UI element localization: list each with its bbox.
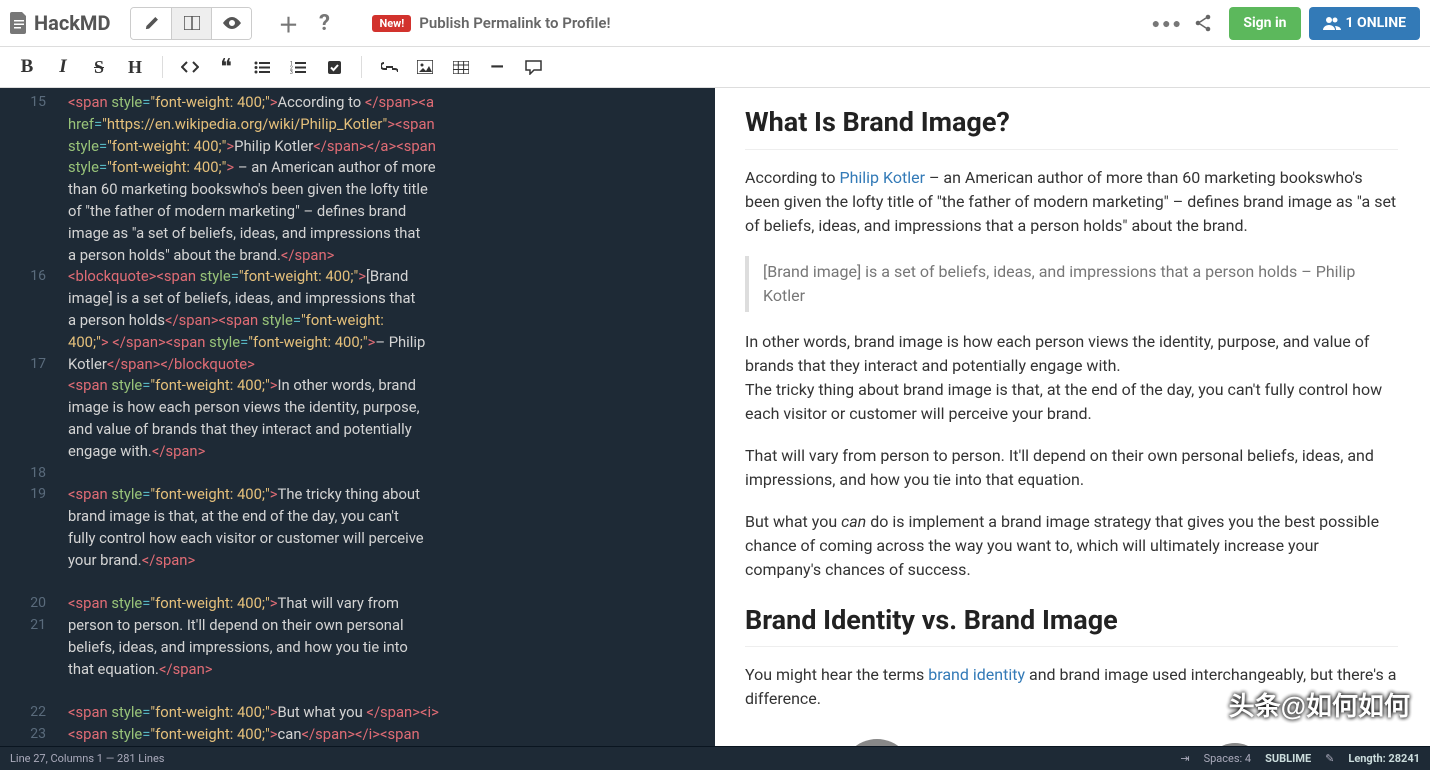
mode-view[interactable]	[211, 8, 251, 39]
format-toolbar: B I S H ❝ 123 —	[0, 47, 1430, 88]
preview-h1: What Is Brand Image?	[745, 102, 1398, 143]
pencil-icon	[144, 16, 159, 31]
online-button[interactable]: 1 ONLINE	[1309, 7, 1420, 40]
checklist-button[interactable]	[317, 53, 351, 81]
separator	[361, 56, 362, 78]
italic-button[interactable]: I	[46, 53, 80, 81]
hr-button[interactable]: —	[480, 53, 514, 81]
line-gutter: 15 16 17 1819 2021 2223	[0, 88, 56, 746]
code-icon	[181, 61, 199, 73]
ol-button[interactable]: 123	[281, 53, 315, 81]
diagram-circle	[1205, 743, 1265, 746]
link-icon	[381, 62, 398, 72]
table-button[interactable]	[444, 53, 478, 81]
separator	[162, 56, 163, 78]
eye-icon	[223, 17, 241, 29]
main-split: 15 16 17 1819 2021 2223 <span style="fon…	[0, 88, 1430, 746]
document-icon	[10, 12, 28, 34]
diagram: LOGO TAG LINE	[745, 729, 1398, 746]
status-keymap[interactable]: SUBLIME	[1265, 752, 1311, 765]
add-button[interactable]: ＋	[270, 8, 306, 39]
new-badge: New!	[372, 15, 411, 32]
preview-p2: In other words, brand image is how each …	[745, 330, 1398, 426]
statusbar: Line 27, Columns 1 — 281 Lines ⇥ Spaces:…	[0, 746, 1430, 770]
status-wrench-icon[interactable]: ✎	[1325, 752, 1334, 765]
editor-pane[interactable]: 15 16 17 1819 2021 2223 <span style="fon…	[0, 88, 715, 746]
preview-p1: According to Philip Kotler – an American…	[745, 166, 1398, 238]
ul-button[interactable]	[245, 53, 279, 81]
comment-button[interactable]	[516, 53, 550, 81]
preview-p3: That will vary from person to person. It…	[745, 444, 1398, 492]
preview-pane: What Is Brand Image? According to Philip…	[715, 88, 1430, 746]
status-indent-marker[interactable]: ⇥	[1180, 752, 1189, 765]
signin-button[interactable]: Sign in	[1229, 7, 1300, 40]
view-mode-group	[130, 7, 252, 40]
bold-button[interactable]: B	[10, 53, 44, 81]
promo-link[interactable]: Publish Permalink to Profile!	[419, 14, 610, 32]
share-icon[interactable]	[1185, 8, 1221, 39]
status-cursor: Line 27, Columns 1 — 281 Lines	[10, 752, 164, 765]
watermark: 头条@如何如何	[1229, 687, 1410, 726]
code-area[interactable]: <span style="font-weight: 400;">Accordin…	[0, 88, 715, 746]
list-ol-icon: 123	[290, 61, 306, 74]
hr	[745, 149, 1398, 150]
link-brand-identity[interactable]: brand identity	[928, 665, 1025, 684]
topbar: HackMD ＋ ? New! Publish Permalink to Pro…	[0, 0, 1430, 47]
preview-p4: But what you can do is implement a brand…	[745, 510, 1398, 582]
link-philip-kotler[interactable]: Philip Kotler	[839, 168, 925, 187]
preview-quote: [Brand image] is a set of beliefs, ideas…	[745, 256, 1398, 312]
image-button[interactable]	[408, 53, 442, 81]
link-button[interactable]	[372, 53, 406, 81]
quote-button[interactable]: ❝	[209, 53, 243, 81]
hr	[745, 646, 1398, 647]
table-icon	[453, 61, 469, 74]
heading-button[interactable]: H	[118, 53, 152, 81]
brand-logo[interactable]: HackMD	[10, 11, 110, 35]
code-button[interactable]	[173, 53, 207, 81]
brand-text: HackMD	[34, 11, 110, 35]
online-label: 1 ONLINE	[1346, 15, 1406, 31]
list-ul-icon	[254, 61, 270, 74]
strike-button[interactable]: S	[82, 53, 116, 81]
mode-both[interactable]	[171, 8, 211, 39]
status-spaces[interactable]: Spaces: 4	[1204, 752, 1252, 765]
diagram-tagline: TAG LINE	[841, 739, 913, 746]
help-button[interactable]: ?	[306, 8, 342, 39]
svg-text:3: 3	[290, 70, 293, 74]
columns-icon	[184, 16, 200, 30]
image-icon	[417, 60, 433, 74]
comment-icon	[525, 60, 542, 75]
status-length: Length: 28241	[1348, 752, 1420, 765]
preview-h2: Brand Identity vs. Brand Image	[745, 600, 1398, 641]
check-square-icon	[327, 60, 342, 75]
more-icon[interactable]: ●●●	[1149, 8, 1185, 39]
users-icon	[1323, 16, 1341, 30]
mode-edit[interactable]	[131, 8, 171, 39]
